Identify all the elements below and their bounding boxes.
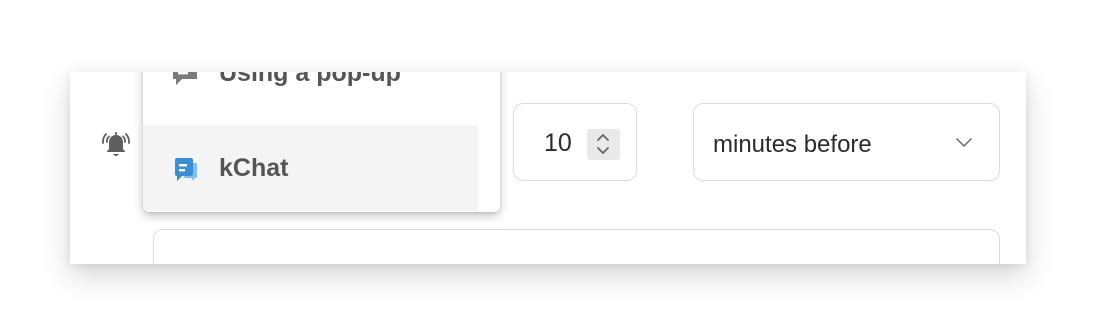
dropdown-option-label: Using a pop-up <box>219 72 401 87</box>
reminder-unit-select[interactable]: minutes before <box>693 103 1000 181</box>
dropdown-option-popup[interactable]: Using a pop-up <box>143 72 478 118</box>
reminder-amount-value[interactable]: 10 <box>544 129 572 158</box>
reminder-panel: 10 minutes before Using a pop-up kChat <box>70 72 1026 264</box>
kchat-icon <box>171 156 199 184</box>
alarm-bell-icon <box>98 126 134 162</box>
chevron-up-icon[interactable] <box>595 132 611 142</box>
dropdown-scrollbar-track <box>478 72 500 212</box>
reminder-amount-stepper[interactable]: 10 <box>513 103 637 181</box>
reminder-unit-value: minutes before <box>713 131 872 158</box>
reminder-method-dropdown: Using a pop-up kChat <box>143 72 500 212</box>
chevron-down-icon <box>954 135 974 149</box>
dropdown-option-kchat[interactable]: kChat <box>143 125 478 211</box>
reminder-description-field[interactable] <box>153 229 1000 264</box>
chevron-down-icon[interactable] <box>595 146 611 156</box>
stepper-arrows[interactable] <box>587 129 620 160</box>
dropdown-option-label: kChat <box>219 154 289 182</box>
popup-message-icon <box>171 72 199 87</box>
